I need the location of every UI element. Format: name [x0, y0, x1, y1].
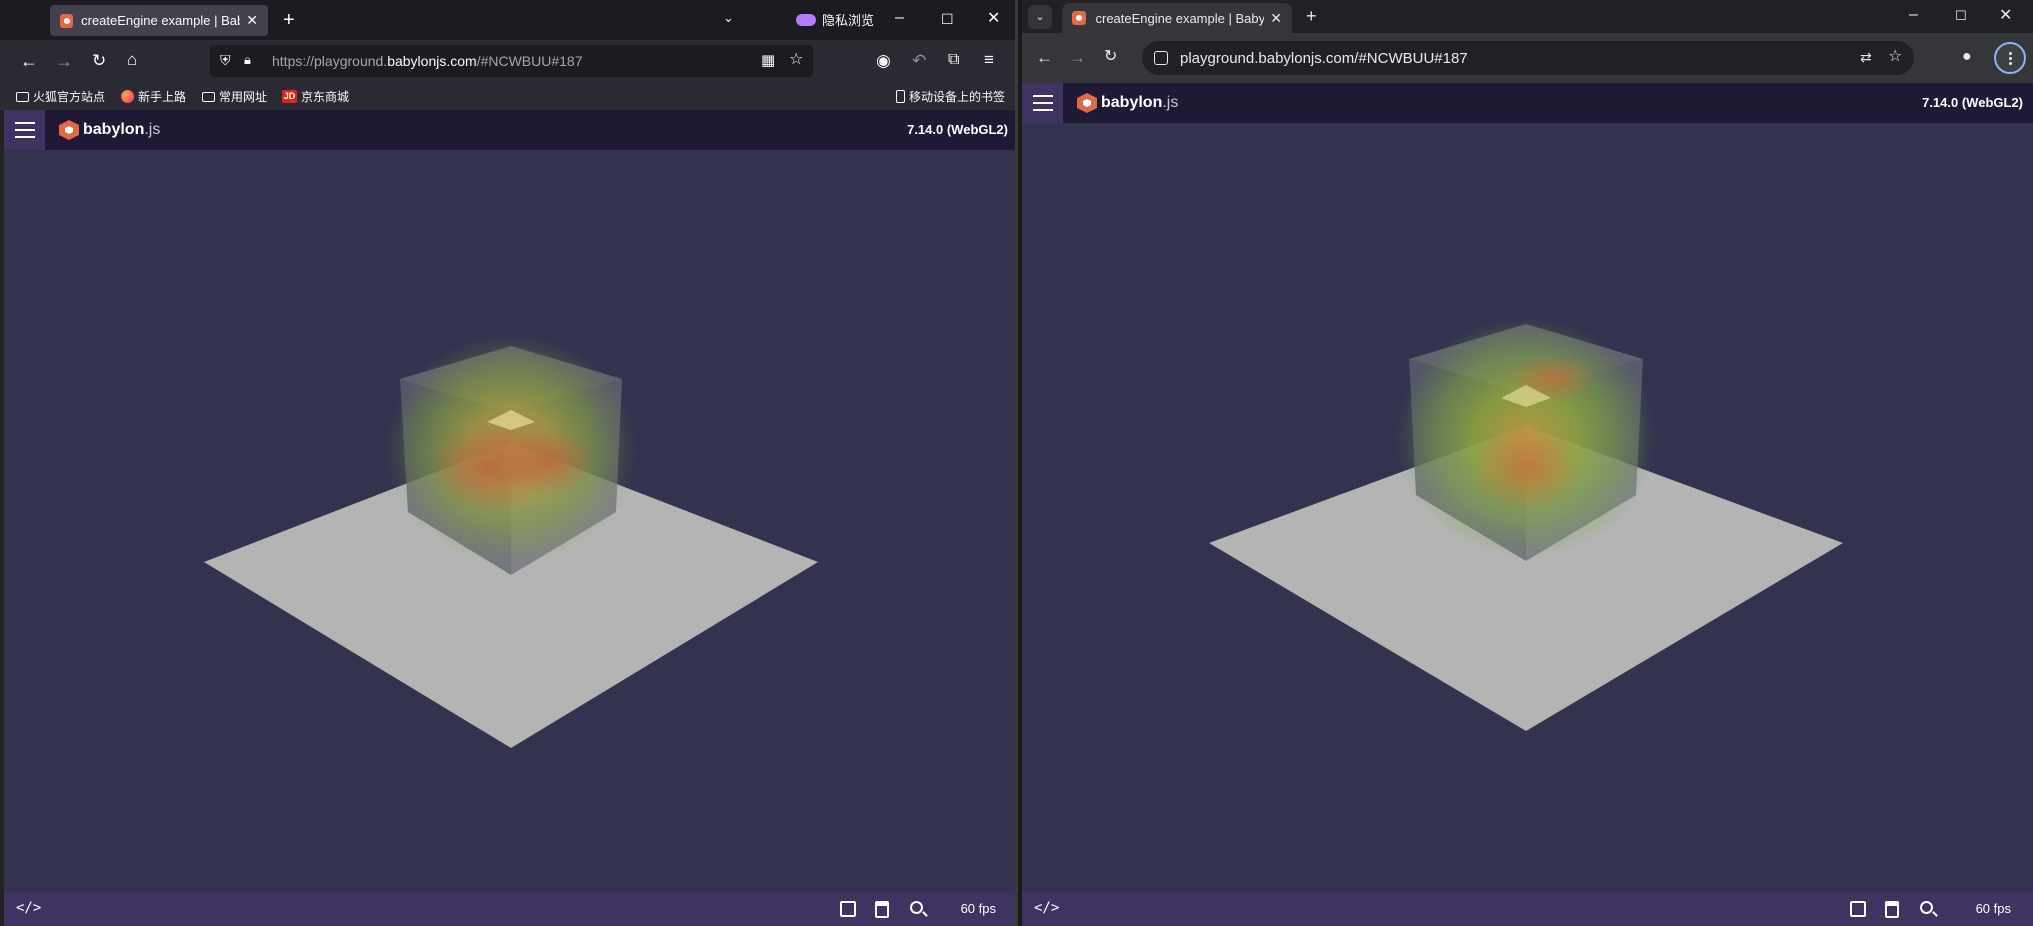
- engine-version: 7.14.0 (WebGL2): [907, 122, 1008, 137]
- window-close-icon[interactable]: ✕: [987, 11, 1000, 27]
- window-close-icon[interactable]: ✕: [1999, 8, 2012, 24]
- profile-icon[interactable]: ●: [1962, 49, 1972, 65]
- bookmark-item[interactable]: 新手上路: [121, 88, 186, 105]
- translate-icon[interactable]: ⇄: [1860, 50, 1872, 64]
- babylon-favicon-icon: [1072, 11, 1086, 25]
- close-tab-icon[interactable]: ✕: [246, 12, 258, 29]
- folder-icon: [202, 91, 215, 102]
- navigation-toolbar: ← → ↻ playground.babylonjs.com/#NCWBUU#1…: [1022, 33, 2033, 83]
- fps-counter: 60 fps: [960, 901, 996, 916]
- mobile-bookmarks[interactable]: 移动设备上的书签: [896, 88, 1005, 105]
- babylon-playground: babylon.js 7.14.0 (WebGL2) </> 60 fps: [4, 110, 1015, 926]
- maximize-icon[interactable]: ☐: [941, 12, 954, 26]
- tab-bar: createEngine example | Babylon ✕ + ⌄ 隐私浏…: [0, 0, 1015, 40]
- menu-icon[interactable]: ≡: [984, 51, 994, 68]
- qr-code-icon[interactable]: ▦: [761, 53, 775, 68]
- private-mask-icon: [796, 13, 816, 26]
- playground-footer: </> 60 fps: [4, 892, 1015, 926]
- site-settings-icon[interactable]: [1154, 51, 1168, 65]
- extensions-icon[interactable]: ⧉: [948, 52, 959, 68]
- playground-header: babylon.js 7.14.0 (WebGL2): [4, 110, 1015, 150]
- tab-active[interactable]: createEngine example | Babylon ✕: [50, 5, 268, 36]
- engine-version: 7.14.0 (WebGL2): [1922, 95, 2023, 110]
- close-tab-icon[interactable]: ✕: [1270, 10, 1282, 27]
- bookmark-star-icon[interactable]: ☆: [1888, 49, 1902, 65]
- render-canvas[interactable]: [4, 150, 1015, 892]
- cloud-core: [504, 427, 594, 497]
- private-browsing-label: 隐私浏览: [822, 13, 875, 28]
- chrome-menu-icon[interactable]: [1994, 42, 2026, 74]
- feedback-icon[interactable]: [840, 901, 856, 921]
- bookmark-item[interactable]: JD 京东商城: [282, 88, 349, 105]
- bookmark-item[interactable]: 常用网址: [202, 88, 267, 105]
- minimize-icon[interactable]: –: [1909, 7, 1918, 23]
- chrome-window: ⌄ createEngine example | Babylon ✕ + – ☐…: [1022, 0, 2033, 926]
- bookmarks-toolbar: 火狐官方站点 新手上路 常用网址 JD 京东商城 移动设备上的书签: [0, 82, 1015, 110]
- back-icon[interactable]: ←: [1036, 49, 1053, 66]
- bookmark-star-icon[interactable]: ☆: [789, 52, 803, 68]
- hamburger-menu-icon[interactable]: [1022, 83, 1063, 123]
- bookmark-label: 新手上路: [138, 90, 187, 104]
- tab-search-chevron-down-icon[interactable]: ⌄: [1028, 5, 1052, 29]
- url-bar[interactable]: ⛨ 🔒︎ https://playground.babylonjs.com/#N…: [210, 45, 813, 77]
- inspector-icon[interactable]: [875, 901, 889, 922]
- mobile-bookmarks-label: 移动设备上的书签: [909, 90, 1006, 104]
- scene-render: [1209, 318, 1843, 731]
- bookmark-label: 京东商城: [301, 90, 350, 104]
- render-canvas[interactable]: [1022, 123, 2033, 892]
- tab-title: createEngine example | Babylon: [81, 13, 240, 28]
- cloud-core: [1472, 423, 1582, 513]
- tab-active[interactable]: createEngine example | Babylon ✕: [1062, 3, 1292, 33]
- feedback-icon[interactable]: [1850, 901, 1866, 921]
- omnibox[interactable]: playground.babylonjs.com/#NCWBUU#187 ⇄ ☆: [1142, 41, 1914, 75]
- private-browsing-indicator: 隐私浏览: [796, 10, 874, 29]
- jd-icon: JD: [282, 90, 297, 103]
- search-icon[interactable]: [1920, 901, 1933, 918]
- back-icon[interactable]: ←: [20, 52, 38, 70]
- undo-icon[interactable]: ↶: [912, 52, 926, 69]
- tracking-shield-icon[interactable]: ⛨: [220, 53, 231, 67]
- babylon-playground: babylon.js 7.14.0 (WebGL2) </> 60 fps: [1022, 83, 2033, 926]
- tab-title: createEngine example | Babylon: [1095, 10, 1265, 26]
- maximize-icon[interactable]: ☐: [1955, 9, 1967, 22]
- tab-bar: ⌄ createEngine example | Babylon ✕ + – ☐…: [1022, 0, 2033, 33]
- bookmark-item[interactable]: 火狐官方站点: [16, 88, 105, 105]
- code-editor-toggle-icon[interactable]: </>: [16, 900, 41, 916]
- logo-text: babylon.js: [83, 121, 161, 138]
- lock-icon[interactable]: 🔒︎: [244, 53, 251, 66]
- firefox-icon: [121, 90, 134, 103]
- playground-header: babylon.js 7.14.0 (WebGL2): [1022, 83, 2033, 123]
- bookmark-label: 火狐官方站点: [33, 90, 106, 104]
- reload-icon[interactable]: ↻: [1104, 49, 1117, 65]
- bookmark-label: 常用网址: [219, 90, 268, 104]
- code-editor-toggle-icon[interactable]: </>: [1034, 900, 1059, 916]
- logo-text: babylon.js: [1101, 94, 1179, 111]
- account-icon[interactable]: ◉: [876, 52, 891, 69]
- babylon-logo-icon: [59, 120, 79, 140]
- fps-counter: 60 fps: [1975, 901, 2011, 916]
- minimize-icon[interactable]: –: [895, 10, 904, 26]
- forward-icon[interactable]: →: [1069, 49, 1086, 66]
- new-tab-icon[interactable]: +: [283, 10, 295, 30]
- babylon-logo[interactable]: babylon.js: [59, 120, 160, 140]
- babylon-logo[interactable]: babylon.js: [1077, 93, 1178, 113]
- hamburger-menu-icon[interactable]: [4, 110, 45, 150]
- forward-icon[interactable]: →: [55, 52, 73, 70]
- home-icon[interactable]: ⌂: [127, 51, 137, 68]
- reload-icon[interactable]: ↻: [92, 52, 106, 69]
- playground-footer: </> 60 fps: [1022, 892, 2033, 926]
- mobile-device-icon: [896, 90, 905, 103]
- url-text[interactable]: playground.babylonjs.com/#NCWBUU#187: [1180, 50, 1468, 67]
- scene-render: [204, 335, 818, 748]
- new-tab-icon[interactable]: +: [1306, 7, 1317, 25]
- firefox-window: createEngine example | Babylon ✕ + ⌄ 隐私浏…: [0, 0, 1018, 926]
- folder-icon: [16, 91, 29, 102]
- list-tabs-chevron-down-icon[interactable]: ⌄: [723, 11, 734, 24]
- babylon-logo-icon: [1077, 93, 1097, 113]
- search-icon[interactable]: [910, 901, 923, 918]
- babylon-favicon-icon: [60, 13, 74, 28]
- inspector-icon[interactable]: [1885, 901, 1899, 922]
- navigation-toolbar: ← → ↻ ⌂ ⛨ 🔒︎ https://playground.babylonj…: [0, 40, 1015, 82]
- url-text[interactable]: https://playground.babylonjs.com/#NCWBUU…: [272, 53, 583, 69]
